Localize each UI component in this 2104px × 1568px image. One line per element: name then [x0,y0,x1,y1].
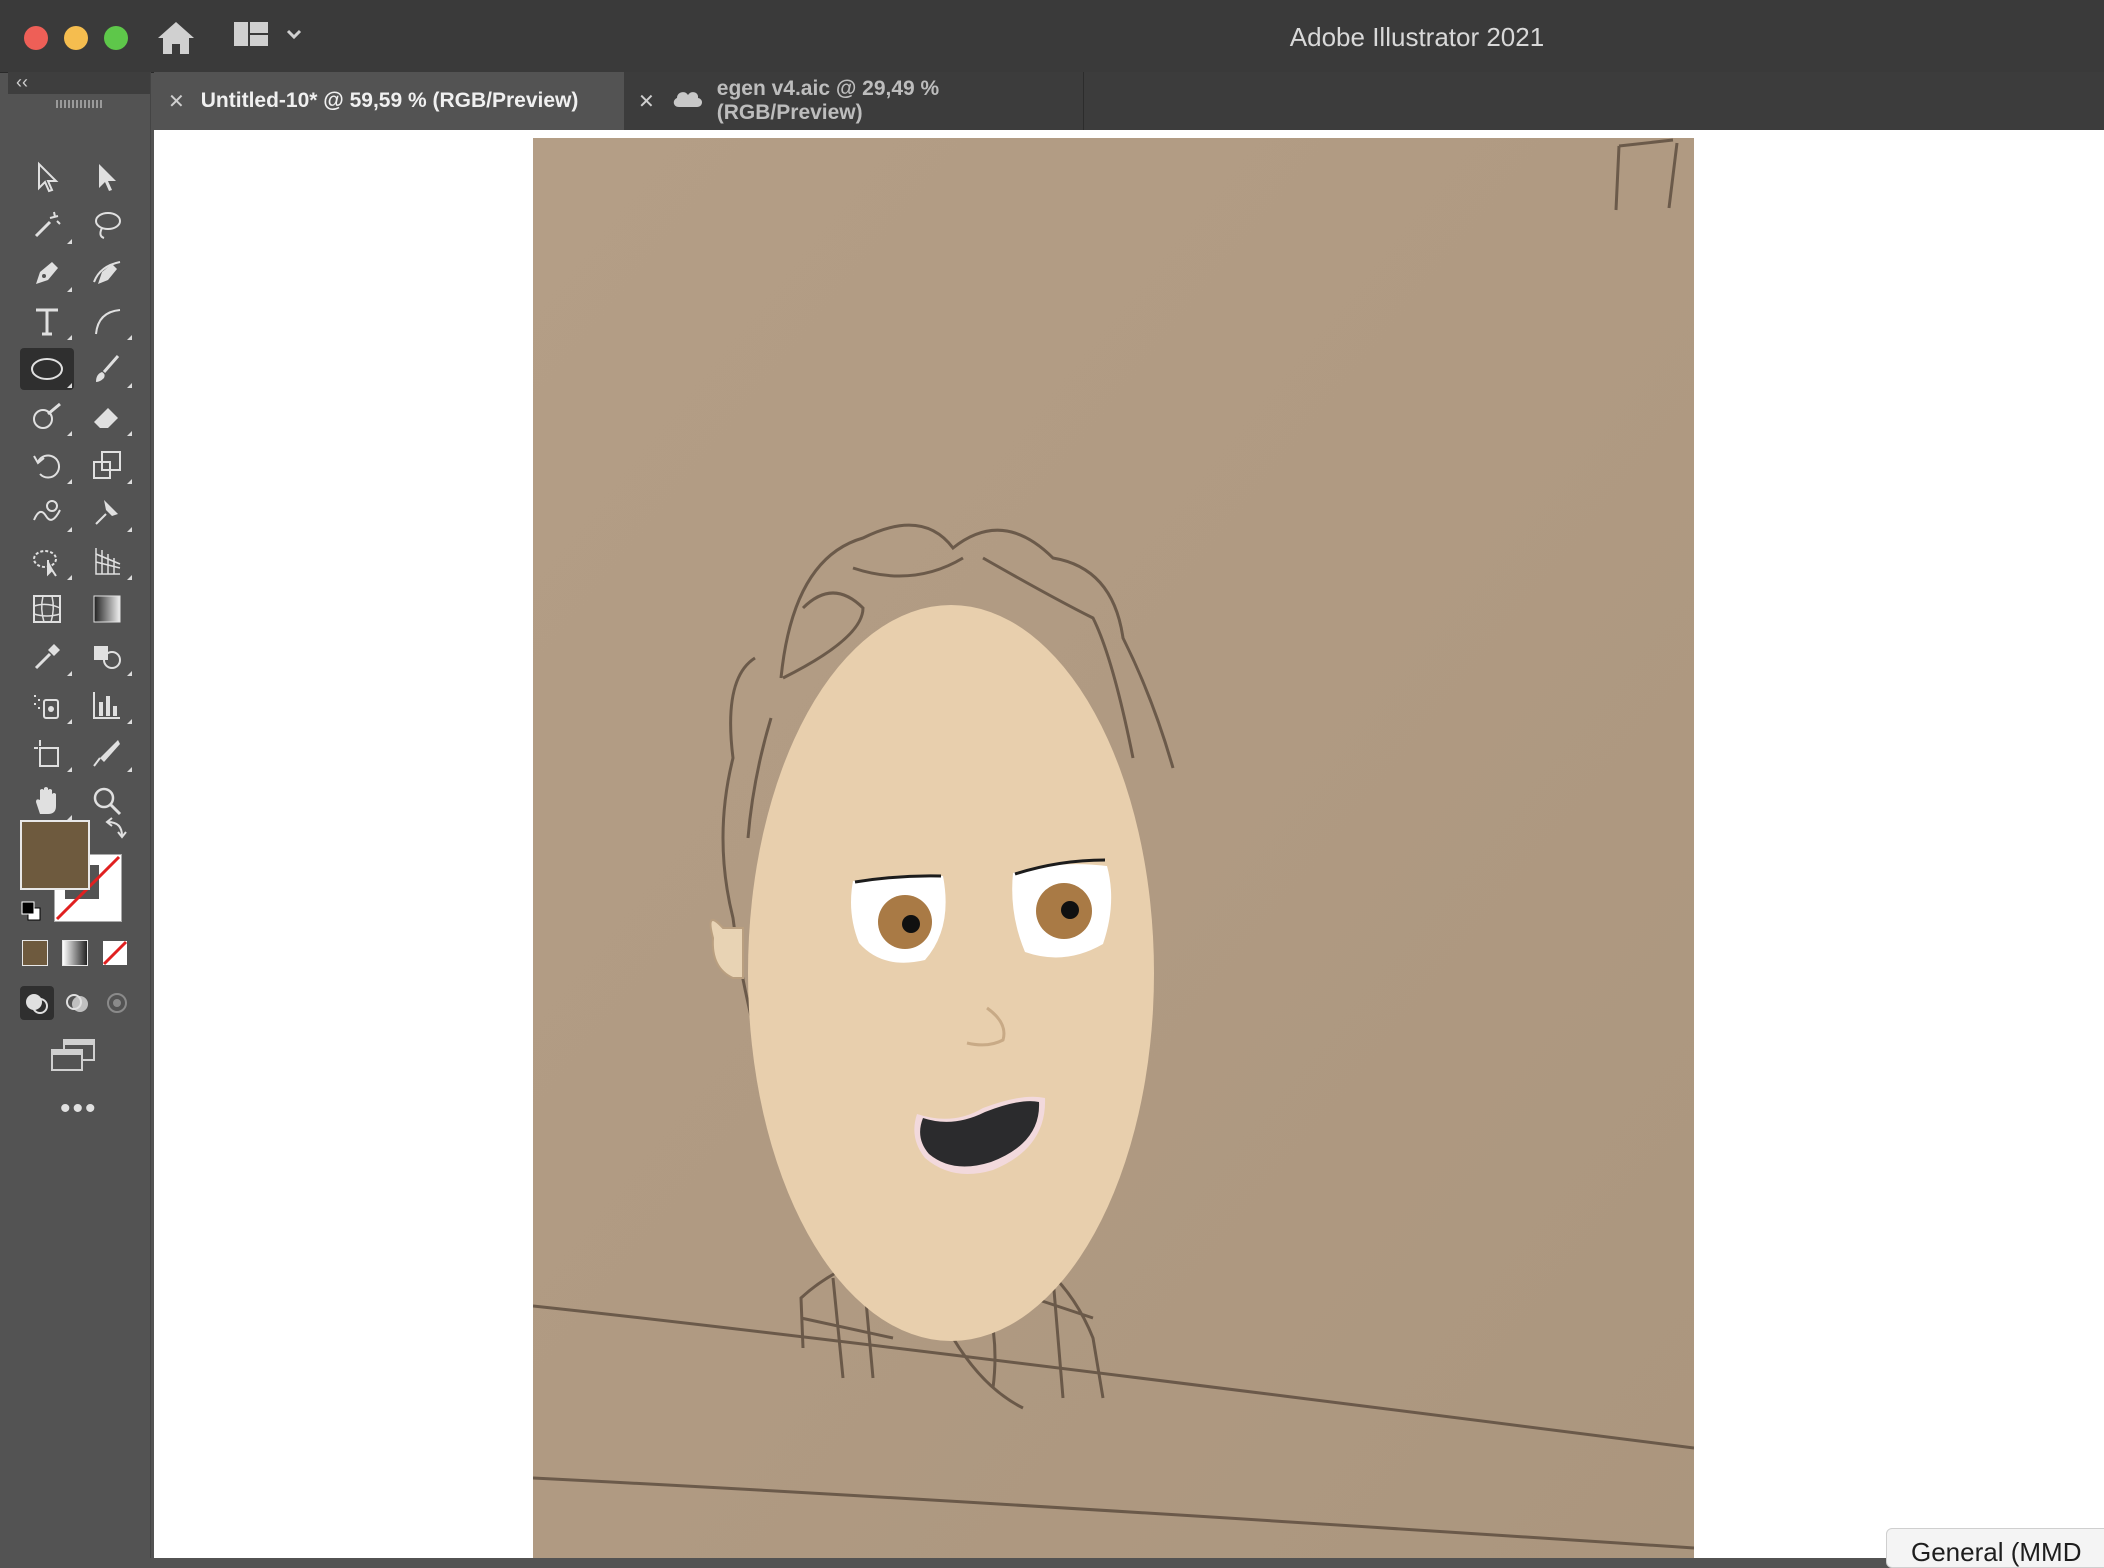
panel-header: ‹‹ [8,72,150,94]
eyedropper-tool[interactable] [20,636,74,678]
hand-icon [36,787,56,814]
default-fill-stroke-icon[interactable] [20,900,44,929]
gradient-mode-button[interactable] [60,938,90,968]
shape-builder-tool[interactable] [80,636,134,678]
hand-tool[interactable] [20,780,74,822]
curvature-tool[interactable] [80,252,134,294]
gradient-tool[interactable] [80,588,134,630]
document-tab-egen-v4[interactable]: ✕ egen v4.aic @ 29,49 % (RGB/Preview) [624,72,1084,130]
pushpin-icon [95,500,118,525]
app-title: Adobe Illustrator 2021 [1289,22,1545,52]
title-bar: Adobe Illustrator 2021 [0,0,2104,73]
knife-tool[interactable] [80,732,134,774]
direct-selection-arrow-icon [99,164,116,191]
artboard-tool[interactable] [20,732,74,774]
panel-grip[interactable] [56,100,102,108]
workspace-chip[interactable]: General (MMD [1886,1528,2104,1568]
column-graph-icon [93,692,120,719]
draw-inside-button[interactable] [100,986,134,1020]
knife-icon [93,740,120,767]
close-tab-icon[interactable]: ✕ [638,89,655,114]
mesh-tool[interactable] [20,588,74,630]
curvature-pen-icon [93,261,121,284]
magic-wand-icon [34,211,61,238]
type-tool[interactable] [20,300,74,342]
eraser-tool[interactable] [80,396,134,438]
pen-icon [36,262,58,284]
tools-panel: ‹‹ ••• [8,72,151,1558]
scale-tool[interactable] [80,444,134,486]
column-graph-tool[interactable] [80,684,134,726]
warp-icon [33,500,61,521]
none-icon [102,940,128,966]
lasso-tool[interactable] [80,204,134,246]
perspective-grid-tool[interactable] [80,540,134,582]
change-screen-mode-button[interactable] [50,1038,98,1079]
perspective-grid-icon [95,548,121,575]
document-tab-untitled-10[interactable]: ✕ Untitled-10* @ 59,59 % (RGB/Preview) [154,72,624,130]
artboard-icon [34,740,59,767]
selection-tool[interactable] [20,156,74,198]
shape-builder-icon [94,646,121,669]
screen-mode-icon [51,1039,95,1071]
puppet-warp-tool[interactable] [80,492,134,534]
gradient-icon [93,595,121,623]
magnifier-icon [93,787,122,816]
draw-normal-icon [26,994,48,1014]
warp-tool[interactable] [20,492,74,534]
ellipse-icon [31,358,63,380]
draw-behind-button[interactable] [60,986,94,1020]
color-mode-button[interactable] [20,938,50,968]
eyedropper-icon [34,644,60,670]
magic-wand-tool[interactable] [20,204,74,246]
tab-label: Untitled-10* @ 59,59 % (RGB/Preview) [200,89,579,112]
document-tab-bar: ✕ Untitled-10* @ 59,59 % (RGB/Preview) ✕… [154,72,2104,130]
none-mode-button[interactable] [100,938,130,968]
eraser-icon [94,408,118,428]
collapse-panel-button[interactable]: ‹‹ [16,72,28,93]
lasso-icon [95,212,121,239]
ellipse-tool[interactable] [20,348,74,390]
cloud-icon [671,87,705,115]
type-icon [36,308,58,336]
artboard-placed-image[interactable] [533,138,1694,1558]
symbol-sprayer-tool[interactable] [20,684,74,726]
direct-selection-tool[interactable] [80,156,134,198]
free-transform-tool[interactable] [20,540,74,582]
rotate-tool[interactable] [20,444,74,486]
arc-icon [95,309,121,335]
shaper-tool[interactable] [20,396,74,438]
free-transform-icon [33,550,57,577]
paintbrush-tool[interactable] [80,348,134,390]
tab-label: egen v4.aic @ 29,49 % (RGB/Preview) [716,77,940,124]
symbol-sprayer-icon [34,695,59,719]
scale-icon [93,451,121,479]
gradient-square-icon [62,940,88,966]
head-ellipse [748,605,1154,1341]
mesh-icon [33,595,61,623]
draw-inside-icon [107,993,127,1013]
rotate-icon [33,454,61,479]
pen-tool[interactable] [20,252,74,294]
close-tab-icon[interactable]: ✕ [168,89,185,114]
right-eye [1012,858,1112,958]
shaper-icon [33,402,61,429]
color-square-icon [22,940,48,966]
edit-toolbar-button[interactable]: ••• [60,1092,98,1126]
paintbrush-icon [96,355,120,382]
draw-normal-button[interactable] [20,986,54,1020]
line-segment-tool[interactable] [80,300,134,342]
selection-arrow-icon [38,161,59,193]
swap-fill-stroke-icon[interactable] [104,816,128,845]
canvas[interactable]: General (MMD [154,130,2104,1568]
draw-behind-icon [66,994,88,1012]
fill-color-swatch[interactable] [20,820,90,890]
